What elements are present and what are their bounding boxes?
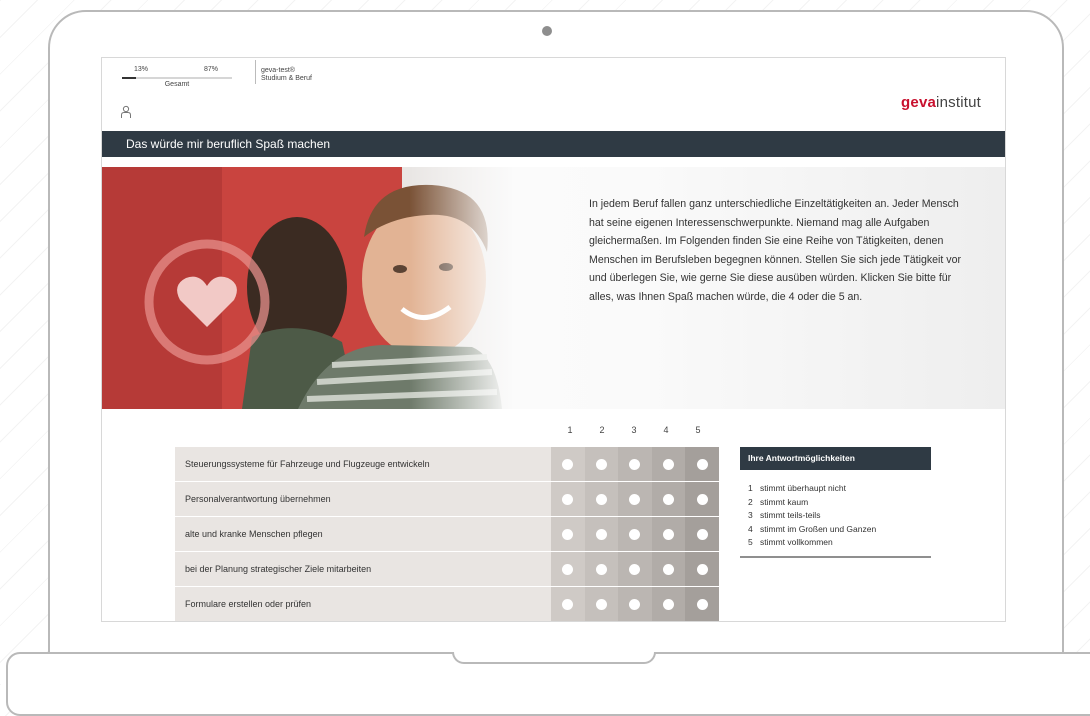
question-row: bei der Planung strategischer Ziele mita… [175,552,719,586]
progress-label: Gesamt [164,81,190,88]
camera-icon [542,26,552,36]
answer-radio-4[interactable] [663,563,675,575]
progress-indicator: 13% 87% Gesamt [122,66,232,88]
legend-item: 2 stimmt kaum [748,496,809,507]
answer-radio-3[interactable] [629,563,641,575]
answer-options [551,447,719,481]
answer-radio-3[interactable] [629,458,641,470]
legend-title: Ihre Antwortmöglichkeiten [740,447,931,470]
answer-radio-2[interactable] [595,528,607,540]
answer-options [551,552,719,586]
hero-section: In jedem Beruf fallen ganz unterschiedli… [102,167,1005,409]
question-row: Steuerungssysteme für Fahrzeuge und Flug… [175,447,719,481]
answer-radio-1[interactable] [562,598,574,610]
question-label: alte und kranke Menschen pflegen [175,517,551,551]
answer-radio-2[interactable] [595,458,607,470]
scale-label: 4 [663,425,669,435]
scale-header: 1 2 3 4 5 [554,425,714,435]
intro-text: In jedem Beruf fallen ganz unterschiedli… [589,198,961,303]
laptop-notch [452,652,656,664]
answer-radio-5[interactable] [696,528,708,540]
page-title: Das würde mir beruflich Spaß machen [102,131,1005,157]
answer-radio-4[interactable] [663,458,675,470]
progress-fill [122,77,137,79]
brand-light: institut [936,94,981,111]
user-icon[interactable] [120,105,132,119]
legend-item: 4 stimmt im Großen und Ganzen [748,523,877,534]
brand-logo: gevainstitut [901,94,981,111]
product-line-1: geva-test® [261,67,295,74]
answer-radio-2[interactable] [595,563,607,575]
answer-radio-1[interactable] [562,458,574,470]
progress-left-value: 13% [134,66,149,73]
brand-strong: geva [901,94,937,111]
progress-right-value: 87% [203,66,218,73]
scale-label: 5 [695,425,701,435]
question-label: bei der Planung strategischer Ziele mita… [175,552,551,586]
progress-track [122,77,232,79]
legend-item: 3 stimmt teils-teils [748,510,821,520]
answer-legend: Ihre Antwortmöglichkeiten 1 stimmt überha… [740,447,931,558]
product-line-2: Studium & Beruf [261,75,312,82]
legend-item: 1 stimmt überhaupt nicht [748,483,846,493]
hero-image [102,167,512,409]
answer-radio-1[interactable] [562,563,574,575]
answer-options [551,482,719,516]
answer-radio-3[interactable] [629,598,641,610]
scale-label: 2 [599,425,605,435]
question-label: Personalverantwortung übernehmen [175,482,551,516]
question-row: Formulare erstellen oder prüfen [175,587,719,621]
scale-label: 3 [631,425,637,435]
answer-radio-3[interactable] [629,528,641,540]
question-row: Personalverantwortung übernehmen [175,482,719,516]
answer-radio-3[interactable] [629,493,641,505]
scale-label: 1 [567,425,573,435]
answer-options [551,587,719,621]
question-list: Steuerungssysteme für Fahrzeuge und Flug… [175,447,719,621]
answer-radio-2[interactable] [595,598,607,610]
answer-radio-5[interactable] [696,493,708,505]
answer-radio-1[interactable] [562,493,574,505]
legend-divider [740,555,931,558]
answer-radio-4[interactable] [663,598,675,610]
answer-options [551,517,719,551]
answer-radio-4[interactable] [663,493,675,505]
legend-item: 5 stimmt vollkommen [748,537,833,547]
product-name: geva-test® Studium & Beruf [261,67,312,83]
question-label: Formulare erstellen oder prüfen [175,587,551,621]
answer-radio-5[interactable] [696,598,708,610]
answer-radio-1[interactable] [562,528,574,540]
answer-radio-5[interactable] [696,563,708,575]
question-label: Steuerungssysteme für Fahrzeuge und Flug… [175,447,551,481]
question-row: alte und kranke Menschen pflegen [175,517,719,551]
answer-radio-4[interactable] [663,528,675,540]
header-divider [255,60,256,84]
answer-radio-2[interactable] [595,493,607,505]
app-screen: 13% 87% Gesamt geva-test® Studium & Beru… [101,57,1006,622]
answer-radio-5[interactable] [696,458,708,470]
